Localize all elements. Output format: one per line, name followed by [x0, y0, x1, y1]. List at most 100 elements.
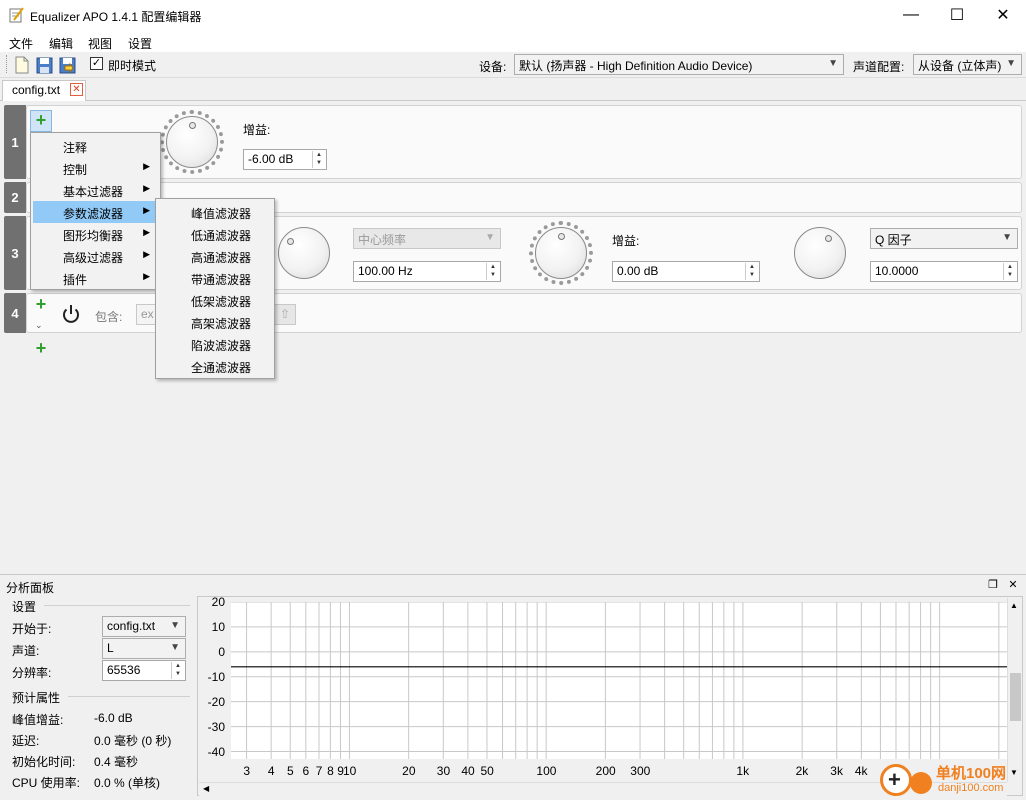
chevron-down-icon: ▼ [828, 58, 838, 69]
gain-knob[interactable] [535, 227, 587, 279]
scroll-up-icon[interactable]: ▲ [1010, 601, 1018, 610]
menu-item-label: 注释 [63, 141, 88, 155]
submenu-arrow-icon: ▶ [143, 249, 150, 259]
menu-item-control[interactable]: 控制 ▶ [33, 157, 158, 179]
x-tick-label: 3k [830, 764, 843, 778]
x-tick-label: 50 [480, 764, 494, 778]
row-number-2[interactable]: 2 [4, 182, 26, 213]
peak-gain-label: 峰值增益: [12, 713, 64, 727]
row-number-1[interactable]: 1 [4, 105, 26, 179]
resolution-input[interactable]: 65536 ▲ ▼ [102, 660, 186, 681]
device-select[interactable]: 默认 (扬声器 - High Definition Audio Device) … [514, 54, 844, 75]
power-icon[interactable] [60, 303, 82, 325]
frequency-response-plot[interactable] [231, 602, 1007, 759]
spin-arrows-icon[interactable]: ▲ ▼ [486, 263, 499, 280]
init-time-value: 0.4 毫秒 [94, 755, 139, 769]
menu-edit[interactable]: 编辑 [49, 35, 73, 52]
submenu-arrow-icon: ▶ [143, 227, 150, 237]
frequency-input[interactable]: 100.00 Hz ▲ ▼ [353, 261, 501, 282]
row-number-3[interactable]: 3 [4, 216, 26, 290]
spin-arrows-icon[interactable]: ▲ ▼ [1003, 263, 1016, 280]
menu-item-plugins[interactable]: 插件 ▶ [33, 267, 158, 289]
close-button[interactable]: ✕ [980, 0, 1026, 30]
maximize-button[interactable]: ☐ [934, 0, 980, 30]
y-tick-label: -20 [207, 694, 225, 709]
q-type-value: Q 因子 [875, 233, 912, 247]
gain-input[interactable]: 0.00 dB ▲ ▼ [612, 261, 760, 282]
x-tick-label: 8 [327, 764, 334, 778]
scroll-thumb[interactable] [1010, 673, 1021, 721]
float-panel-icon[interactable]: ❐ [986, 578, 1000, 592]
menu-item-graphic-eq[interactable]: 图形均衡器 ▶ [33, 223, 158, 245]
window-title: Equalizer APO 1.4.1 配置编辑器 [30, 10, 202, 24]
realtime-mode-checkbox[interactable]: ✓ [90, 57, 103, 70]
spin-arrows-icon[interactable]: ▲ ▼ [745, 263, 758, 280]
menu-item-label: 参数滤波器 [63, 207, 124, 221]
channel-config-select[interactable]: 从设备 (立体声) ▼ [913, 54, 1022, 75]
analysis-panel-header [0, 576, 1026, 596]
open-file-button[interactable]: ⇧ [274, 304, 296, 325]
watermark-plus-glyph: + [888, 767, 901, 792]
menu-settings[interactable]: 设置 [128, 35, 152, 52]
start-at-select[interactable]: config.txt ▼ [102, 616, 186, 637]
submenu-arrow-icon: ▶ [143, 183, 150, 193]
y-tick-label: -40 [207, 744, 225, 759]
menu-item-comment[interactable]: 注释 [33, 135, 158, 157]
watermark-logo-icon: + [880, 764, 912, 796]
x-tick-label: 300 [630, 764, 651, 778]
toolbar-grip [6, 55, 8, 73]
tab-close-icon[interactable]: ✕ [70, 83, 83, 96]
menu-item-basic-filters[interactable]: 基本过滤器 ▶ [33, 179, 158, 201]
knob-indicator [189, 122, 196, 129]
peak-gain-value: -6.0 dB [94, 711, 133, 725]
y-tick-label: 10 [211, 619, 225, 634]
graph-vertical-scrollbar[interactable]: ▲ ▼ [1007, 598, 1022, 782]
spin-arrows-icon[interactable]: ▲ ▼ [312, 151, 325, 168]
menu-view[interactable]: 视图 [88, 35, 112, 52]
q-type-select[interactable]: Q 因子 ▼ [870, 228, 1018, 249]
minimize-button[interactable]: — [888, 0, 934, 30]
menu-item-label: 插件 [63, 273, 88, 287]
channel-select[interactable]: L ▼ [102, 638, 186, 659]
gain-knob[interactable] [166, 116, 218, 168]
add-icon[interactable]: + [34, 295, 48, 313]
save-as-icon[interactable] [59, 56, 76, 74]
scroll-left-icon[interactable]: ◀ [203, 784, 209, 793]
x-tick-label: 10 [342, 764, 357, 778]
submenu-item-lowshelf[interactable]: 低架滤波器 [158, 289, 272, 311]
menu-item-advanced-filters[interactable]: 高级过滤器 ▶ [33, 245, 158, 267]
submenu-item-notch[interactable]: 陷波滤波器 [158, 333, 272, 355]
include-label: 包含: [95, 310, 123, 324]
chevron-down-icon: ▼ [170, 642, 180, 653]
group-divider [68, 696, 190, 697]
menu-bar [0, 30, 1026, 52]
submenu-item-lowpass[interactable]: 低通滤波器 [158, 223, 272, 245]
close-panel-icon[interactable]: ✕ [1006, 578, 1020, 592]
submenu-item-highshelf[interactable]: 高架滤波器 [158, 311, 272, 333]
expand-icon[interactable]: ⌄ [35, 320, 43, 331]
save-icon[interactable] [36, 56, 53, 74]
q-factor-input[interactable]: 10.0000 ▲ ▼ [870, 261, 1018, 282]
new-file-icon[interactable] [13, 56, 30, 74]
horizontal-grid [231, 602, 1007, 753]
submenu-item-allpass[interactable]: 全通滤波器 [158, 355, 272, 377]
menu-file[interactable]: 文件 [9, 35, 33, 52]
submenu-item-peak[interactable]: 峰值滤波器 [158, 201, 272, 223]
latency-value: 0.0 毫秒 (0 秒) [94, 734, 172, 748]
frequency-knob[interactable] [278, 227, 330, 279]
gain-label: 增益: [243, 123, 271, 137]
latency-label: 延迟: [12, 734, 40, 748]
menu-item-parametric-filters[interactable]: 参数滤波器 ▶ [33, 201, 158, 223]
channel-config-value: 从设备 (立体声) [918, 59, 1002, 73]
spin-arrows-icon[interactable]: ▲ ▼ [171, 662, 184, 679]
x-tick-label: 4 [267, 764, 275, 778]
device-label: 设备: [479, 60, 507, 74]
row-number-4[interactable]: 4 [4, 293, 26, 333]
submenu-item-bandpass[interactable]: 带通滤波器 [158, 267, 272, 289]
frequency-type-value: 中心频率 [358, 233, 407, 247]
x-tick-label: 30 [436, 764, 451, 778]
gain-input[interactable]: -6.00 dB ▲ ▼ [243, 149, 327, 170]
q-factor-knob[interactable] [794, 227, 846, 279]
submenu-item-highpass[interactable]: 高通滤波器 [158, 245, 272, 267]
add-icon[interactable]: + [34, 339, 48, 357]
